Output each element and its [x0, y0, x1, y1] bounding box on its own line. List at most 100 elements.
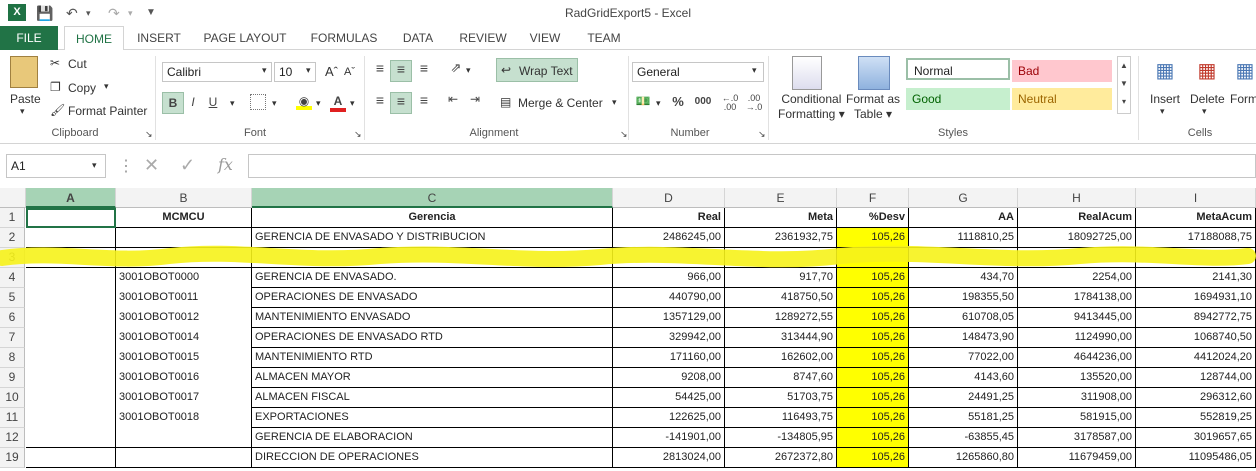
- cancel-entry-icon[interactable]: ✕: [144, 155, 159, 176]
- cell-d[interactable]: 122625,00: [613, 408, 725, 428]
- delete-cells-button[interactable]: Delete: [1190, 92, 1225, 106]
- header-cell-h[interactable]: RealAcum: [1018, 208, 1136, 228]
- cell-a[interactable]: [26, 348, 116, 368]
- cell-f[interactable]: 105,26: [837, 308, 909, 328]
- format-cells-icon[interactable]: ▦: [1234, 58, 1256, 88]
- merge-dropdown-icon[interactable]: ▾: [612, 97, 617, 108]
- font-size-dropdown-icon[interactable]: ▾: [306, 65, 311, 76]
- cell-h[interactable]: 9413445,00: [1018, 308, 1136, 328]
- number-launcher-icon[interactable]: ↘: [758, 129, 766, 140]
- row-header[interactable]: 1: [0, 208, 25, 228]
- cell-e[interactable]: 313444,90: [725, 328, 837, 348]
- cell-f[interactable]: 105,26: [837, 388, 909, 408]
- cell-h[interactable]: 135520,00: [1018, 368, 1136, 388]
- cell-i[interactable]: 1068740,50: [1136, 328, 1256, 348]
- orientation-icon[interactable]: ⇗: [446, 60, 466, 76]
- tab-view[interactable]: VIEW: [522, 26, 568, 50]
- cell-h[interactable]: 4644236,00: [1018, 348, 1136, 368]
- number-format-dropdown-icon[interactable]: ▾: [752, 65, 757, 76]
- column-header-f[interactable]: F: [837, 188, 909, 208]
- cell-b[interactable]: [116, 428, 252, 448]
- tab-page-layout[interactable]: PAGE LAYOUT: [196, 26, 294, 50]
- styles-scroll-icon[interactable]: ▲ ▼ ▾: [1117, 56, 1131, 114]
- cell-i[interactable]: 128744,00: [1136, 368, 1256, 388]
- cell-b[interactable]: 3001OBOT0011: [116, 288, 252, 308]
- cell-b[interactable]: [116, 448, 252, 468]
- cell-d[interactable]: 171160,00: [613, 348, 725, 368]
- cell-h[interactable]: 581915,00: [1018, 408, 1136, 428]
- cell-d[interactable]: 9208,00: [613, 368, 725, 388]
- cell-i[interactable]: 8942772,75: [1136, 308, 1256, 328]
- fill-color-icon[interactable]: ◉: [296, 94, 312, 110]
- row-header[interactable]: 9: [0, 368, 25, 388]
- cell-c[interactable]: MANTENIMIENTO RTD: [252, 348, 613, 368]
- align-bottom-icon[interactable]: ≡: [416, 60, 432, 76]
- cell-g[interactable]: 4143,60: [909, 368, 1018, 388]
- underline-button[interactable]: U: [206, 95, 220, 109]
- row-header[interactable]: 7: [0, 328, 25, 348]
- alignment-launcher-icon[interactable]: ↘: [620, 129, 628, 140]
- delete-dropdown-icon[interactable]: ▾: [1202, 106, 1207, 117]
- format-cells-button[interactable]: Form: [1230, 92, 1256, 106]
- font-name-select[interactable]: Calibri: [162, 62, 272, 82]
- cell-h[interactable]: 11679459,00: [1018, 448, 1136, 468]
- cell-g[interactable]: 148473,90: [909, 328, 1018, 348]
- header-cell-e[interactable]: Meta: [725, 208, 837, 228]
- column-header-g[interactable]: G: [909, 188, 1018, 208]
- cell-e[interactable]: 1289272,55: [725, 308, 837, 328]
- merge-center-button[interactable]: Merge & Center: [518, 96, 603, 110]
- cell-d[interactable]: 2813024,00: [613, 448, 725, 468]
- cell-h[interactable]: 1784138,00: [1018, 288, 1136, 308]
- formula-options-icon[interactable]: ⋮: [118, 156, 134, 176]
- cell-a[interactable]: [26, 328, 116, 348]
- borders-icon[interactable]: [250, 94, 266, 110]
- italic-button[interactable]: I: [186, 95, 200, 109]
- conditional-formatting-icon[interactable]: [792, 56, 822, 90]
- paste-dropdown-icon[interactable]: ▾: [20, 106, 25, 117]
- shrink-font-icon[interactable]: Aˇ: [344, 66, 355, 78]
- cell-a[interactable]: [26, 428, 116, 448]
- cell-d[interactable]: 329942,00: [613, 328, 725, 348]
- cell-b[interactable]: 3001OBOT0014: [116, 328, 252, 348]
- column-header-e[interactable]: E: [725, 188, 837, 208]
- cell-f[interactable]: 105,26: [837, 328, 909, 348]
- cut-button[interactable]: Cut: [68, 57, 87, 71]
- tab-team[interactable]: TEAM: [578, 26, 630, 50]
- row-header[interactable]: 11: [0, 408, 25, 428]
- font-color-dropdown-icon[interactable]: ▾: [350, 98, 355, 109]
- cell-a[interactable]: [26, 448, 116, 468]
- number-format-select[interactable]: General: [632, 62, 764, 82]
- cell-b[interactable]: 3001OBOT0015: [116, 348, 252, 368]
- cell-g[interactable]: 1265860,80: [909, 448, 1018, 468]
- column-header-i[interactable]: I: [1136, 188, 1256, 208]
- header-cell-g[interactable]: AA: [909, 208, 1018, 228]
- row-header[interactable]: 19: [0, 448, 25, 468]
- cell-i[interactable]: 4412024,20: [1136, 348, 1256, 368]
- row-header[interactable]: 5: [0, 288, 25, 308]
- cell-b[interactable]: 3001OBOT0016: [116, 368, 252, 388]
- font-launcher-icon[interactable]: ↘: [354, 129, 362, 140]
- cell-g[interactable]: 610708,05: [909, 308, 1018, 328]
- column-header-h[interactable]: H: [1018, 188, 1136, 208]
- header-cell-a[interactable]: [26, 208, 116, 228]
- align-center-icon[interactable]: ≡: [390, 92, 412, 114]
- cell-d[interactable]: 1357129,00: [613, 308, 725, 328]
- tab-file[interactable]: FILE: [0, 26, 58, 50]
- cell-f[interactable]: 105,26: [837, 288, 909, 308]
- copy-button[interactable]: Copy: [68, 81, 96, 95]
- align-right-icon[interactable]: ≡: [416, 92, 432, 108]
- tab-review[interactable]: REVIEW: [452, 26, 514, 50]
- cut-icon[interactable]: ✂: [50, 56, 60, 70]
- cell-f[interactable]: 105,26: [837, 368, 909, 388]
- cell-g[interactable]: 24491,25: [909, 388, 1018, 408]
- tab-insert[interactable]: INSERT: [130, 26, 188, 50]
- cell-h[interactable]: 1124990,00: [1018, 328, 1136, 348]
- accounting-dropdown-icon[interactable]: ▾: [656, 98, 661, 109]
- cell-c[interactable]: MANTENIMIENTO ENVASADO: [252, 308, 613, 328]
- style-bad[interactable]: Bad: [1012, 60, 1112, 82]
- align-middle-icon[interactable]: ≡: [390, 60, 412, 82]
- cell-e[interactable]: 8747,60: [725, 368, 837, 388]
- cell-f[interactable]: 105,26: [837, 348, 909, 368]
- accounting-icon[interactable]: 💵: [634, 94, 652, 108]
- increase-decimal-icon[interactable]: ←.0.00: [720, 94, 740, 112]
